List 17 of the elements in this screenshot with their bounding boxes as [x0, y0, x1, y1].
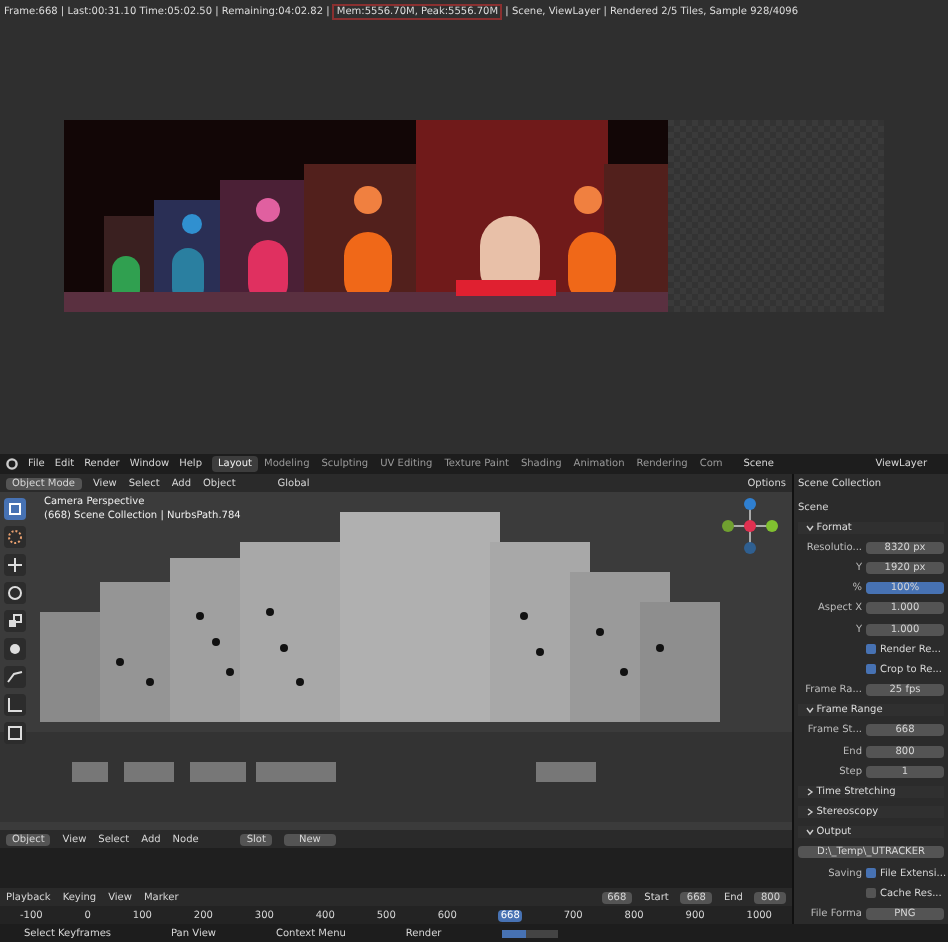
chevron-down-icon[interactable]: [806, 706, 814, 715]
cursor-icon[interactable]: [4, 526, 26, 548]
checkbox[interactable]: [866, 868, 876, 879]
checkbox[interactable]: [866, 664, 876, 675]
chevron-right-icon[interactable]: [806, 787, 814, 796]
render-progress-bar: [501, 929, 558, 937]
axis-gizmo-icon[interactable]: [720, 496, 780, 556]
chevron-right-icon[interactable]: [806, 808, 814, 817]
checkbox[interactable]: [866, 644, 876, 655]
ruler-icon[interactable]: [4, 694, 26, 716]
scale-icon[interactable]: [4, 610, 26, 632]
chevron-down-icon[interactable]: [806, 828, 814, 837]
chevron-down-icon[interactable]: [806, 523, 814, 532]
pencil-icon[interactable]: [4, 666, 26, 688]
checkbox[interactable]: [866, 888, 876, 899]
select-box-icon[interactable]: [4, 498, 26, 520]
move-icon[interactable]: [4, 554, 26, 576]
